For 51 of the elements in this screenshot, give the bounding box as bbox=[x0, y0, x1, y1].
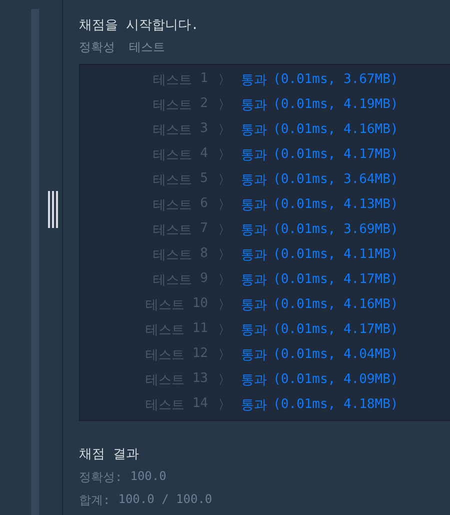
section-title: 정확성 bbox=[79, 39, 115, 56]
test-status: 통과 bbox=[241, 372, 267, 388]
test-status: 통과 bbox=[241, 172, 267, 188]
test-detail: (0.01ms, 4.16MB) bbox=[273, 297, 398, 312]
status-message: 채점을 시작합니다. bbox=[79, 17, 200, 35]
chevron-icon: 〉 bbox=[208, 96, 241, 114]
summary-title: 채점 결과 bbox=[79, 446, 140, 464]
test-status: 통과 bbox=[241, 246, 267, 264]
test-detail: (0.01ms, 4.13MB) bbox=[273, 197, 398, 212]
test-status: 통과 bbox=[241, 96, 267, 114]
summary-value: 100.0 bbox=[130, 469, 166, 485]
test-status: 통과 bbox=[241, 322, 267, 338]
test-detail: (0.01ms, 3.69MB) bbox=[273, 222, 398, 237]
chevron-icon: 〉 bbox=[208, 246, 241, 264]
chevron-icon: 〉 bbox=[208, 146, 241, 164]
summary-value: 100.0 / 100.0 bbox=[118, 492, 212, 508]
chevron-icon: 〉 bbox=[208, 220, 241, 238]
test-status: 통과 bbox=[241, 222, 267, 238]
test-detail: (0.01ms, 4.17MB) bbox=[273, 322, 398, 337]
test-status: 통과 bbox=[241, 296, 267, 314]
test-status: 통과 bbox=[241, 146, 267, 164]
test-status: 통과 bbox=[241, 72, 267, 88]
chevron-icon: 〉 bbox=[208, 396, 241, 414]
summary-label: 합계: bbox=[79, 492, 110, 509]
chevron-icon: 〉 bbox=[208, 320, 241, 338]
summary-label: 정확성: bbox=[79, 469, 122, 486]
chevron-icon: 〉 bbox=[208, 370, 241, 388]
test-status: 통과 bbox=[241, 122, 267, 138]
chevron-icon: 〉 bbox=[208, 120, 241, 138]
test-status: 통과 bbox=[241, 272, 267, 288]
test-detail: (0.01ms, 4.19MB) bbox=[273, 97, 398, 112]
test-status: 통과 bbox=[241, 346, 267, 364]
chevron-icon: 〉 bbox=[208, 170, 241, 188]
section-title: 테스트 bbox=[129, 39, 165, 56]
chevron-icon: 〉 bbox=[208, 296, 241, 314]
chevron-icon: 〉 bbox=[208, 346, 241, 364]
test-detail: (0.01ms, 4.09MB) bbox=[273, 372, 398, 387]
test-status: 통과 bbox=[241, 196, 267, 214]
chevron-icon: 〉 bbox=[208, 70, 241, 88]
chevron-icon: 〉 bbox=[208, 270, 241, 288]
test-detail: (0.01ms, 4.17MB) bbox=[273, 147, 398, 162]
test-detail: (0.01ms, 4.18MB) bbox=[273, 397, 398, 412]
test-detail: (0.01ms, 3.67MB) bbox=[273, 72, 398, 87]
chevron-icon: 〉 bbox=[208, 196, 241, 214]
test-detail: (0.01ms, 4.11MB) bbox=[273, 247, 398, 262]
test-detail: (0.01ms, 3.64MB) bbox=[273, 172, 398, 187]
test-detail: (0.01ms, 4.17MB) bbox=[273, 272, 398, 287]
test-detail: (0.01ms, 4.16MB) bbox=[273, 122, 398, 137]
test-detail: (0.01ms, 4.04MB) bbox=[273, 347, 398, 362]
resize-handle-icon[interactable] bbox=[48, 190, 58, 228]
test-status: 통과 bbox=[241, 396, 267, 414]
